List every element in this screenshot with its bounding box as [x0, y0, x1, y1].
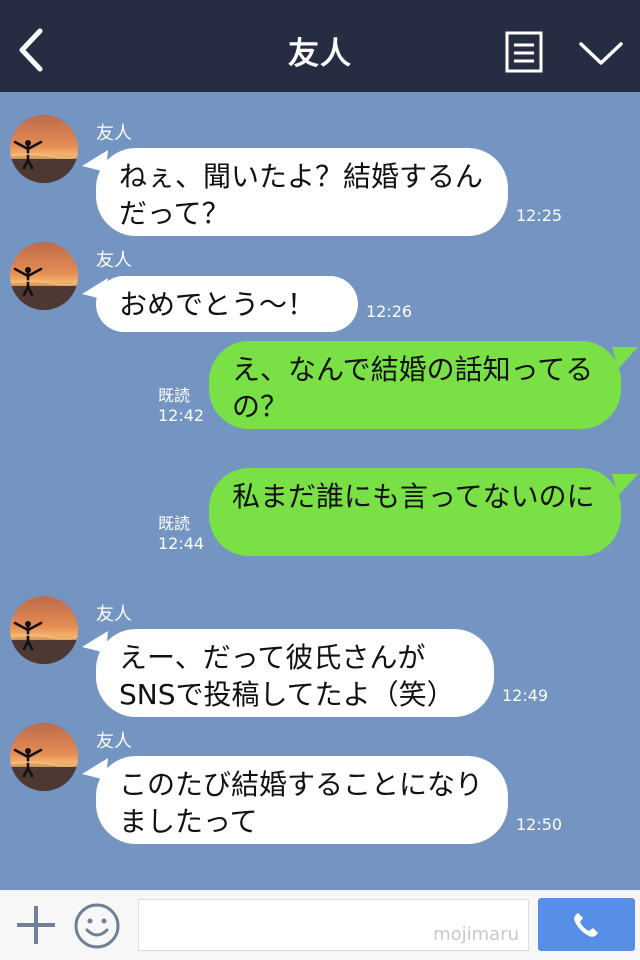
- read-indicator: 既読 12:44: [158, 514, 204, 554]
- message-time: 12:50: [516, 815, 563, 834]
- chat-area[interactable]: 友人 ねぇ、聞いたよ？結婚するんだって？ 12:25 友人 おめでとう～！ 12…: [0, 92, 640, 890]
- incoming-message-bubble[interactable]: おめでとう～！: [96, 276, 358, 332]
- message-input-bar: mojimaru: [0, 890, 640, 960]
- message-time: 12:42: [158, 406, 205, 425]
- sender-name: 友人: [96, 123, 132, 144]
- incoming-message-bubble[interactable]: えー、だって彼氏さんがSNSで投稿してたよ（笑）: [96, 629, 494, 717]
- sunset-silhouette-icon: [10, 621, 78, 664]
- incoming-message-bubble[interactable]: ねぇ、聞いたよ？結婚するんだって？: [96, 148, 508, 236]
- outgoing-message-bubble[interactable]: 私まだ誰にも言ってないのに: [209, 468, 621, 556]
- bubble-tail: [612, 347, 638, 369]
- sunset-silhouette-icon: [10, 267, 78, 310]
- watermark: mojimaru: [433, 924, 519, 945]
- message-input[interactable]: mojimaru: [138, 899, 529, 951]
- sender-name: 友人: [96, 250, 132, 271]
- sunset-silhouette-icon: [10, 140, 78, 183]
- menu-icon[interactable]: [505, 31, 543, 73]
- chat-title: 友人: [288, 36, 352, 72]
- avatar[interactable]: [10, 115, 78, 183]
- incoming-message-bubble[interactable]: このたび結婚することになりましたって: [96, 756, 508, 844]
- sunset-silhouette-icon: [10, 748, 78, 791]
- smile-icon[interactable]: [73, 902, 121, 950]
- read-indicator: 既読 12:42: [158, 386, 204, 426]
- avatar[interactable]: [10, 596, 78, 664]
- chevron-down-icon[interactable]: [576, 36, 626, 70]
- avatar[interactable]: [10, 723, 78, 791]
- message-time: 12:25: [516, 206, 563, 225]
- phone-icon: [574, 913, 598, 937]
- read-label: 既読: [158, 386, 191, 405]
- bubble-tail: [612, 474, 638, 496]
- message-time: 12:26: [366, 302, 413, 321]
- call-button[interactable]: [538, 898, 635, 951]
- plus-icon[interactable]: [15, 904, 57, 946]
- sender-name: 友人: [96, 604, 132, 625]
- chat-header: 友人: [0, 0, 640, 92]
- message-time: 12:49: [502, 686, 549, 705]
- avatar[interactable]: [10, 242, 78, 310]
- outgoing-message-bubble[interactable]: え、なんで結婚の話知ってるの？: [209, 341, 621, 429]
- sender-name: 友人: [96, 731, 132, 752]
- read-label: 既読: [158, 514, 191, 533]
- message-time: 12:44: [158, 534, 205, 553]
